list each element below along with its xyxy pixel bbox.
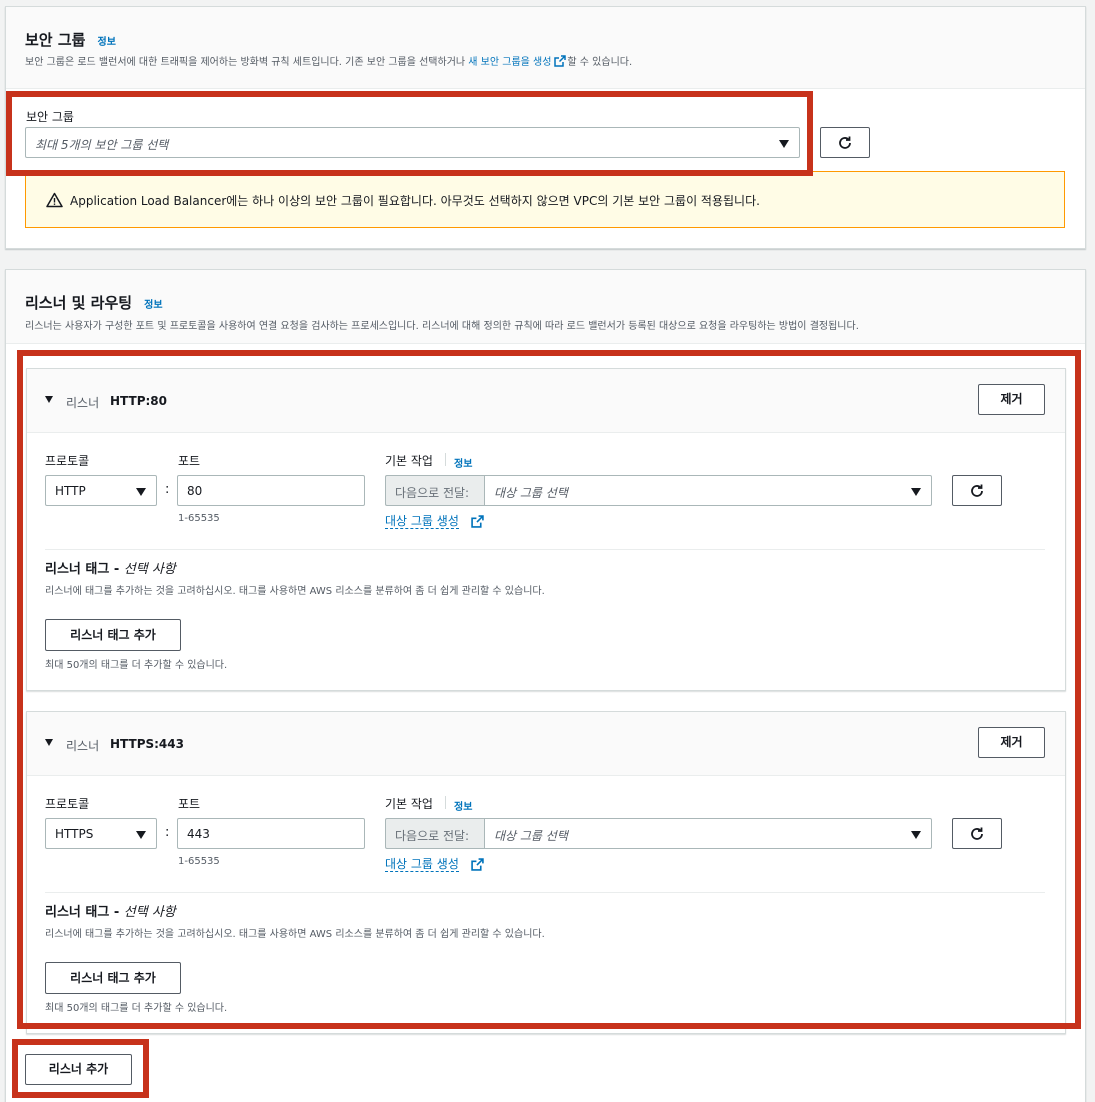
listener-tags-description: 리스너에 태그를 추가하는 것을 고려하십시오. 태그를 사용하면 AWS 리소… — [45, 929, 545, 940]
listener-tags-title: 리스너 태그 - 선택 사항 — [45, 905, 176, 920]
port-label: 포트 — [178, 454, 201, 468]
external-link-icon — [471, 515, 484, 528]
expand-caret-icon[interactable] — [45, 396, 53, 403]
external-link-icon — [554, 55, 567, 70]
colon-separator: : — [165, 825, 170, 840]
refresh-security-groups-button[interactable] — [820, 127, 870, 158]
port-value: 443 — [187, 827, 210, 841]
listener-card-http — [26, 368, 1066, 691]
listener-header[interactable] — [27, 369, 1065, 433]
listener-label: 리스너 — [66, 396, 100, 410]
remove-listener-button[interactable]: 제거 — [978, 384, 1045, 415]
expand-caret-icon[interactable] — [45, 739, 53, 746]
listeners-header: 리스너 및 라우팅 정보 리스너는 사용자가 구성한 포트 및 프로토콜을 사용… — [6, 270, 1085, 344]
refresh-target-groups-button[interactable] — [952, 475, 1002, 506]
add-listener-tag-button[interactable]: 리스너 태그 추가 — [45, 619, 181, 651]
refresh-target-groups-button[interactable] — [952, 818, 1002, 849]
create-security-group-link[interactable]: 새 보안 그룹을 생성 — [468, 57, 551, 68]
add-listener-button[interactable]: 리스너 추가 — [25, 1054, 132, 1085]
target-group-select[interactable]: 대상 그룹 선택 — [484, 475, 932, 506]
caret-down-icon — [136, 831, 146, 839]
divider — [445, 453, 446, 466]
info-link[interactable]: 정보 — [454, 798, 472, 813]
port-hint: 1-65535 — [178, 513, 220, 524]
colon-separator: : — [165, 482, 170, 497]
port-label: 포트 — [178, 797, 201, 811]
protocol-select[interactable]: HTTPS — [45, 818, 157, 849]
listener-label: 리스너 — [66, 739, 100, 753]
listener-card-https — [26, 711, 1066, 1034]
select-placeholder: 대상 그룹 선택 — [494, 829, 568, 843]
warning-alert: Application Load Balancer에는 하나 이상의 보안 그룹… — [25, 171, 1065, 228]
section-description: 보안 그룹은 로드 밸런서에 대한 트래픽을 제어하는 방화벽 규칙 세트입니다… — [25, 55, 633, 70]
listener-tags-description: 리스너에 태그를 추가하는 것을 고려하십시오. 태그를 사용하면 AWS 리소… — [45, 586, 545, 597]
tag-limit-text: 최대 50개의 태그를 더 추가할 수 있습니다. — [45, 660, 228, 671]
divider — [45, 892, 1045, 893]
port-input[interactable]: 80 — [177, 475, 365, 506]
tag-limit-text: 최대 50개의 태그를 더 추가할 수 있습니다. — [45, 1003, 228, 1014]
section-title: 리스너 및 라우팅 — [25, 294, 133, 312]
refresh-icon — [839, 136, 851, 149]
protocol-select[interactable]: HTTP — [45, 475, 157, 506]
listener-name: HTTP:80 — [110, 394, 167, 408]
add-listener-tag-button[interactable]: 리스너 태그 추가 — [45, 962, 181, 994]
caret-down-icon — [779, 140, 789, 148]
info-link[interactable]: 정보 — [144, 296, 162, 311]
warning-text: Application Load Balancer에는 하나 이상의 보안 그룹… — [70, 194, 760, 208]
target-group-select[interactable]: 대상 그룹 선택 — [484, 818, 932, 849]
create-target-group-link[interactable]: 대상 그룹 생성 — [385, 514, 459, 529]
protocol-value: HTTP — [55, 484, 86, 498]
port-input[interactable]: 443 — [177, 818, 365, 849]
listener-name: HTTPS:443 — [110, 737, 184, 751]
port-value: 80 — [187, 484, 203, 498]
security-group-header: 보안 그룹 정보 보안 그룹은 로드 밸런서에 대한 트래픽을 제어하는 방화벽… — [6, 7, 1085, 89]
protocol-value: HTTPS — [55, 827, 94, 841]
refresh-icon — [971, 827, 983, 840]
security-group-select[interactable]: 최대 5개의 보안 그룹 선택 — [25, 127, 800, 158]
default-action-label: 기본 작업 — [385, 454, 433, 468]
divider — [445, 796, 446, 809]
protocol-label: 프로토콜 — [45, 454, 90, 468]
create-target-group-link[interactable]: 대상 그룹 생성 — [385, 857, 459, 872]
divider — [45, 549, 1045, 550]
select-placeholder: 대상 그룹 선택 — [494, 486, 568, 500]
caret-down-icon — [911, 488, 921, 496]
select-placeholder: 최대 5개의 보안 그룹 선택 — [35, 138, 169, 152]
default-action-label: 기본 작업 — [385, 797, 433, 811]
forward-prefix: 다음으로 전달: — [385, 475, 485, 506]
warning-icon — [46, 192, 63, 208]
remove-listener-button[interactable]: 제거 — [978, 727, 1045, 758]
section-description: 리스너는 사용자가 구성한 포트 및 프로토콜을 사용하여 연결 요청을 검사하… — [25, 321, 859, 332]
forward-prefix: 다음으로 전달: — [385, 818, 485, 849]
security-group-field-label: 보안 그룹 — [26, 110, 74, 124]
section-title: 보안 그룹 — [25, 31, 86, 49]
caret-down-icon — [136, 488, 146, 496]
port-hint: 1-65535 — [178, 856, 220, 867]
info-link[interactable]: 정보 — [98, 33, 116, 48]
protocol-label: 프로토콜 — [45, 797, 90, 811]
info-link[interactable]: 정보 — [454, 455, 472, 470]
caret-down-icon — [911, 831, 921, 839]
listener-tags-title: 리스너 태그 - 선택 사항 — [45, 562, 176, 577]
external-link-icon — [471, 858, 484, 871]
refresh-icon — [971, 484, 983, 497]
